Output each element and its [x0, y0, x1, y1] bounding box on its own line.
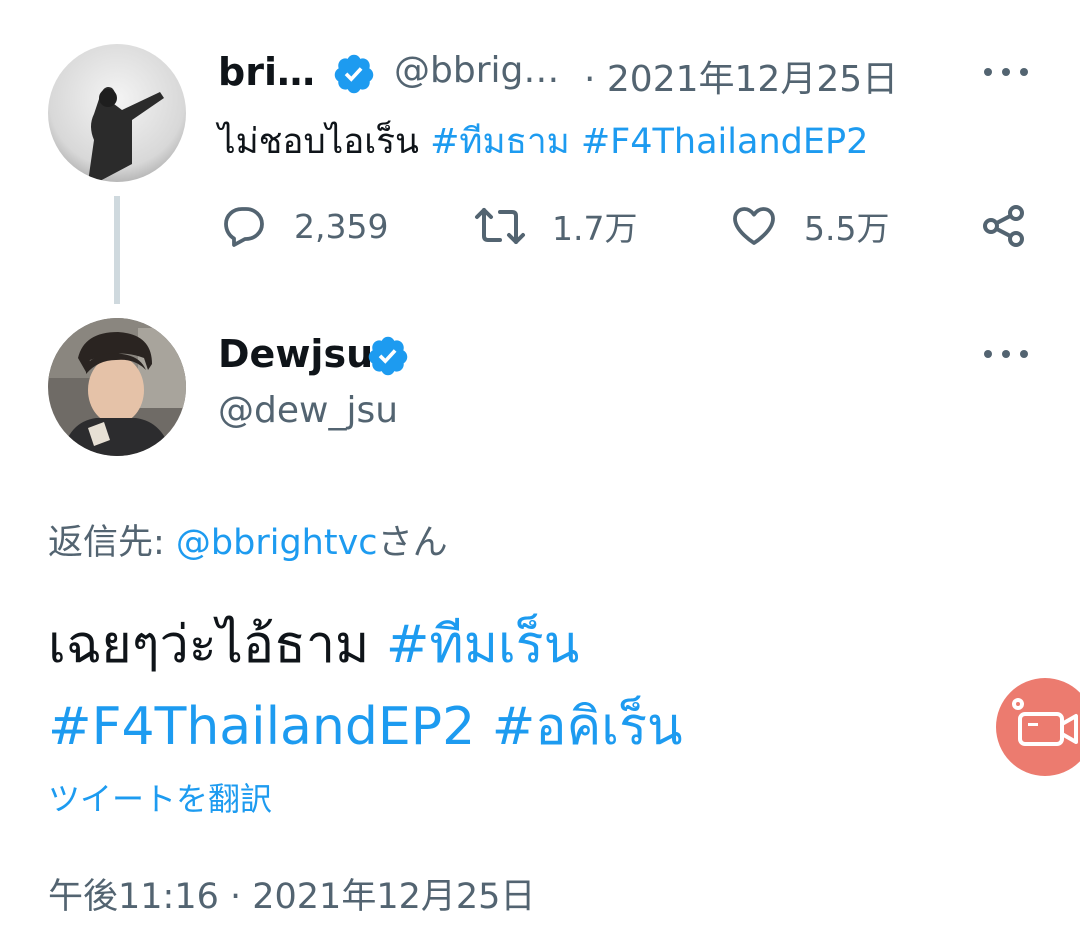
thread-connector-line — [114, 196, 120, 304]
verified-badge-icon — [368, 336, 408, 376]
handle[interactable]: @dew_jsu — [218, 390, 398, 431]
verified-badge-icon — [334, 54, 374, 94]
share-icon — [983, 205, 1024, 247]
tweet-timestamp[interactable]: 午後11:16 · 2021年12月25日 — [48, 868, 535, 919]
heart-icon — [733, 207, 775, 245]
display-name[interactable]: bri… — [218, 50, 315, 94]
avatar-dew-jsu[interactable] — [48, 318, 186, 456]
tweet-date[interactable]: · 2021年12月25日 — [584, 50, 898, 102]
share-button[interactable] — [980, 198, 1028, 254]
main-tweet-text: เฉยๆว่ะไอ้ธาม #ทีมเร็น #F4ThailandEP2 #อ… — [48, 604, 683, 768]
reply-button[interactable]: 2,359 — [220, 198, 388, 254]
hashtag-link[interactable]: #อคิเร็น — [492, 697, 683, 757]
video-camera-icon — [1012, 698, 1078, 746]
reply-count: 2,359 — [294, 206, 389, 246]
translate-tweet-link[interactable]: ツイートを翻訳 — [48, 774, 272, 820]
tweet-text-body: ไม่ชอบไอเร็น — [218, 122, 431, 162]
avatar-image — [48, 318, 186, 456]
handle[interactable]: @bbrig… — [394, 50, 559, 91]
hashtag-link[interactable]: #F4ThailandEP2 — [581, 122, 869, 162]
like-count: 5.5万 — [804, 209, 890, 248]
retweet-button[interactable]: 1.7万 — [474, 198, 637, 254]
reply-to-suffix: さん — [377, 523, 448, 563]
video-camera-fab[interactable] — [996, 678, 1080, 776]
more-options-icon[interactable] — [984, 62, 1028, 82]
hashtag-link[interactable]: #F4ThailandEP2 — [48, 697, 475, 757]
reply-to-line: 返信先: @bbrightvcさん — [48, 514, 448, 565]
avatar-bbrightvc[interactable] — [48, 44, 186, 182]
reply-to-label: 返信先: — [48, 523, 176, 563]
tweet-text-body: เฉยๆว่ะไอ้ธาม — [48, 615, 386, 675]
avatar-image — [48, 44, 186, 182]
retweet-count: 1.7万 — [552, 209, 638, 248]
hashtag-link[interactable]: #ทีมเร็น — [386, 615, 579, 675]
display-name[interactable]: Dewjsu — [218, 332, 373, 376]
tweet-text: ไม่ชอบไอเร็น #ทีมธาม #F4ThailandEP2 — [218, 114, 868, 169]
more-options-icon[interactable] — [984, 344, 1028, 364]
reply-to-user-link[interactable]: @bbrightvc — [176, 523, 378, 563]
hashtag-link[interactable]: #ทีมธาม — [430, 122, 570, 162]
retweet-icon — [475, 208, 525, 244]
reply-icon — [224, 207, 264, 247]
like-button[interactable]: 5.5万 — [730, 198, 889, 254]
